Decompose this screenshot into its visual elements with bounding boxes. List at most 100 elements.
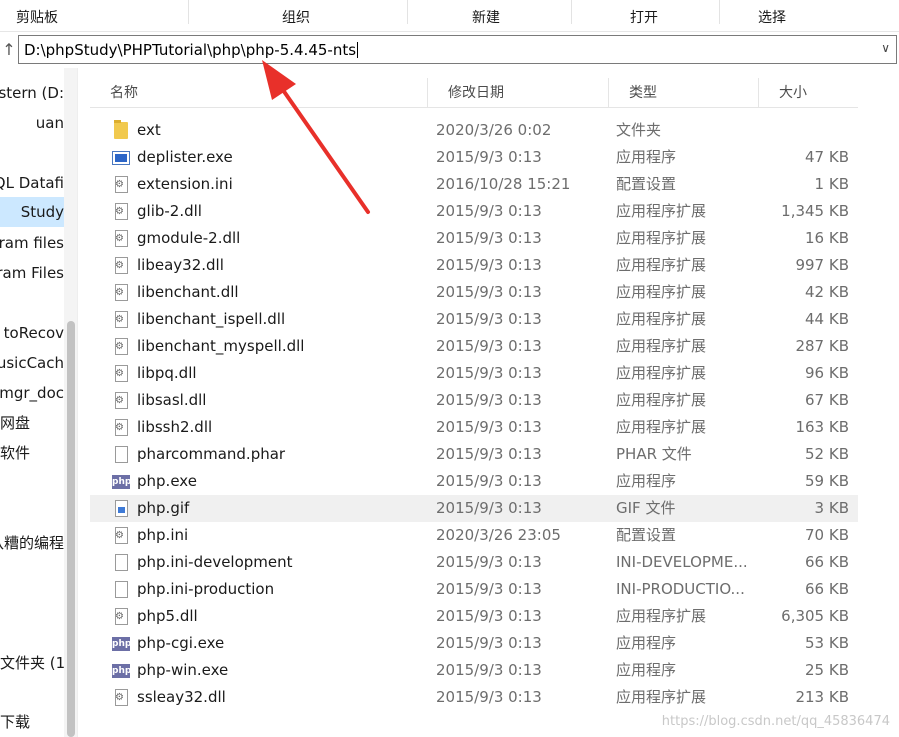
- file-modified-date: 2015/9/3 0:13: [436, 472, 542, 490]
- file-modified-date: 2015/9/3 0:13: [436, 283, 542, 301]
- nav-item[interactable]: 软件: [0, 438, 64, 468]
- ribbon-divider: [407, 0, 408, 24]
- file-modified-date: 2015/9/3 0:13: [436, 310, 542, 328]
- ribbon-divider: [571, 0, 572, 24]
- nav-item[interactable]: ram files: [0, 228, 64, 258]
- file-type: 应用程序扩展: [616, 256, 707, 274]
- file-name: glib-2.dll: [137, 202, 202, 220]
- file-type: PHAR 文件: [616, 445, 692, 463]
- file-row[interactable]: libenchant.dll 2015/9/3 0:13 应用程序扩展 42 KB: [90, 279, 858, 306]
- column-header-name[interactable]: 名称: [90, 78, 428, 108]
- nav-item[interactable]: stern (D:: [0, 78, 64, 108]
- file-name: libssh2.dll: [137, 418, 213, 436]
- file-size: 1,345 KB: [781, 202, 849, 220]
- file-modified-date: 2020/3/26 0:02: [436, 121, 552, 139]
- file-row[interactable]: glib-2.dll 2015/9/3 0:13 应用程序扩展 1,345 KB: [90, 198, 858, 225]
- address-bar[interactable]: D:\phpStudy\PHPTutorial\php\php-5.4.45-n…: [18, 35, 897, 64]
- ribbon-group-labels: 剪贴板 组织 新建 打开 选择: [0, 0, 899, 32]
- file-type: 应用程序: [616, 148, 677, 166]
- column-header-size[interactable]: 大小: [759, 78, 858, 108]
- file-row[interactable]: php.ini-production 2015/9/3 0:13 INI-PRODU…: [90, 576, 858, 603]
- ribbon-group-new: 新建: [472, 10, 500, 26]
- nav-item[interactable]: 网盘: [0, 408, 64, 438]
- address-bar-row: ↑ D:\phpStudy\PHPTutorial\php\php-5.4.45…: [0, 32, 899, 68]
- file-row[interactable]: extension.ini 2016/10/28 15:21 配置设置 1 KB: [90, 171, 858, 198]
- nav-item-label: cmgr_doc: [0, 384, 64, 402]
- folder-icon: [114, 120, 128, 139]
- nav-item[interactable]: 下载: [0, 707, 64, 737]
- file-name: php.ini-development: [137, 553, 293, 571]
- dll-icon: [115, 284, 128, 301]
- file-row[interactable]: libpq.dll 2015/9/3 0:13 应用程序扩展 96 KB: [90, 360, 858, 387]
- file-row[interactable]: libenchant_ispell.dll 2015/9/3 0:13 应用程序扩展…: [90, 306, 858, 333]
- file-size: 44 KB: [805, 310, 849, 328]
- arrow-up-icon[interactable]: ↑: [0, 38, 18, 62]
- file-type: GIF 文件: [616, 499, 676, 517]
- file-icon: [115, 446, 128, 463]
- nav-item[interactable]: 八糟的编程: [0, 528, 64, 558]
- ribbon-group-select: 选择: [758, 10, 786, 26]
- file-type: 文件夹: [616, 121, 662, 139]
- file-size: 213 KB: [795, 688, 849, 706]
- file-row[interactable]: php5.dll 2015/9/3 0:13 应用程序扩展 6,305 KB: [90, 603, 858, 630]
- file-row[interactable]: php.ini-development 2015/9/3 0:13 INI-DEVE…: [90, 549, 858, 576]
- nav-item-selected[interactable]: Study: [0, 197, 64, 227]
- file-name: php.ini-production: [137, 580, 275, 598]
- column-header-type[interactable]: 类型: [609, 78, 759, 108]
- nav-item[interactable]: MusicCach: [0, 348, 64, 378]
- file-row[interactable]: libenchant_myspell.dll 2015/9/3 0:13 应用程序扩…: [90, 333, 858, 360]
- column-header-row: 名称 修改日期 类型 大小: [90, 78, 858, 108]
- nav-item[interactable]: 文件夹 (11: [0, 648, 64, 678]
- file-modified-date: 2015/9/3 0:13: [436, 391, 542, 409]
- file-type: 应用程序扩展: [616, 202, 707, 220]
- file-row[interactable]: ssleay32.dll 2015/9/3 0:13 应用程序扩展 213 KB: [90, 684, 858, 711]
- file-row[interactable]: php php.exe 2015/9/3 0:13 应用程序 59 KB: [90, 468, 858, 495]
- file-type: 应用程序扩展: [616, 391, 707, 409]
- file-modified-date: 2015/9/3 0:13: [436, 499, 542, 517]
- file-type: 应用程序扩展: [616, 310, 707, 328]
- nav-item[interactable]: ram Files: [0, 258, 64, 288]
- file-type: 应用程序: [616, 634, 677, 652]
- dll-icon: [115, 230, 128, 247]
- file-type: 应用程序扩展: [616, 688, 707, 706]
- file-size: 59 KB: [805, 472, 849, 490]
- file-size: 997 KB: [795, 256, 849, 274]
- file-icon: [115, 581, 128, 598]
- nav-item[interactable]: cmgr_doc: [0, 378, 64, 408]
- file-row[interactable]: deplister.exe 2015/9/3 0:13 应用程序 47 KB: [90, 144, 858, 171]
- ribbon-divider: [719, 0, 720, 24]
- nav-item-label: MusicCach: [0, 354, 64, 372]
- file-row[interactable]: php php-win.exe 2015/9/3 0:13 应用程序 25 KB: [90, 657, 858, 684]
- nav-item[interactable]: QL Datafi: [0, 168, 64, 198]
- file-row[interactable]: libeay32.dll 2015/9/3 0:13 应用程序扩展 997 KB: [90, 252, 858, 279]
- column-header-date[interactable]: 修改日期: [428, 78, 609, 108]
- ribbon-divider: [188, 0, 189, 24]
- dll-icon: [115, 392, 128, 409]
- file-row[interactable]: libssh2.dll 2015/9/3 0:13 应用程序扩展 163 KB: [90, 414, 858, 441]
- file-modified-date: 2015/9/3 0:13: [436, 445, 542, 463]
- file-row[interactable]: php.ini 2020/3/26 23:05 配置设置 70 KB: [90, 522, 858, 549]
- navigation-pane: stern (D: uan QL Datafi Study ram files …: [0, 68, 78, 737]
- nav-scrollbar-thumb[interactable]: [67, 321, 75, 737]
- nav-item-label: ram Files: [0, 264, 64, 282]
- file-size: 1 KB: [814, 175, 849, 193]
- file-size: 66 KB: [805, 580, 849, 598]
- address-path[interactable]: D:\phpStudy\PHPTutorial\php\php-5.4.45-n…: [24, 41, 359, 59]
- file-size: 96 KB: [805, 364, 849, 382]
- file-row[interactable]: php php-cgi.exe 2015/9/3 0:13 应用程序 53 KB: [90, 630, 858, 657]
- nav-item[interactable]: uan: [0, 108, 64, 138]
- file-row[interactable]: gmodule-2.dll 2015/9/3 0:13 应用程序扩展 16 KB: [90, 225, 858, 252]
- file-row[interactable]: pharcommand.phar 2015/9/3 0:13 PHAR 文件 52 K…: [90, 441, 858, 468]
- file-size: 53 KB: [805, 634, 849, 652]
- file-row[interactable]: libsasl.dll 2015/9/3 0:13 应用程序扩展 67 KB: [90, 387, 858, 414]
- file-name: php-cgi.exe: [137, 634, 225, 652]
- file-row[interactable]: ext 2020/3/26 0:02 文件夹: [90, 117, 858, 144]
- chevron-down-icon[interactable]: ∨: [881, 41, 890, 55]
- nav-item-label: 文件夹 (11: [0, 654, 64, 672]
- ribbon-group-open: 打开: [630, 10, 658, 26]
- file-row[interactable]: php.gif 2015/9/3 0:13 GIF 文件 3 KB: [90, 495, 858, 522]
- nav-item[interactable]: toRecov: [0, 318, 64, 348]
- file-type: 应用程序扩展: [616, 337, 707, 355]
- nav-item-label: 下载: [0, 713, 31, 731]
- php-icon: php: [112, 637, 132, 651]
